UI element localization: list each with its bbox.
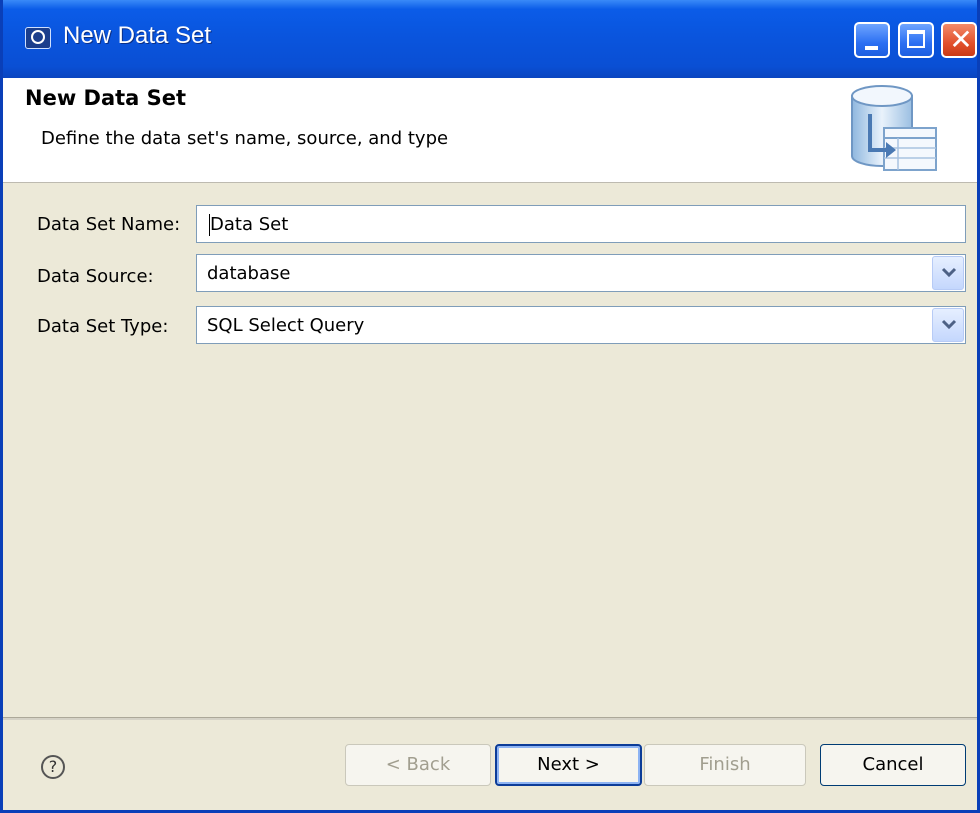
- wizard-banner: New Data Set Define the data set's name,…: [3, 78, 977, 183]
- cancel-button[interactable]: Cancel: [820, 744, 966, 786]
- maximize-icon: [907, 30, 925, 48]
- close-icon: ✕: [949, 23, 973, 56]
- title-bar[interactable]: New Data Set ✕: [3, 0, 977, 78]
- data-set-type-dropdown-button[interactable]: [932, 308, 964, 342]
- back-button[interactable]: < Back: [345, 744, 491, 786]
- chevron-down-icon: [941, 319, 957, 330]
- maximize-button[interactable]: [898, 22, 934, 58]
- data-source-value: database: [207, 263, 291, 284]
- data-set-name-label: Data Set Name:: [37, 214, 181, 235]
- footer-divider: [3, 717, 977, 720]
- data-set-type-select[interactable]: SQL Select Query: [196, 306, 966, 344]
- page-description: Define the data set's name, source, and …: [41, 128, 449, 149]
- data-source-dropdown-button[interactable]: [932, 256, 964, 290]
- hp-logo-icon: [25, 27, 51, 49]
- next-button[interactable]: Next >: [495, 744, 642, 786]
- data-set-type-value: SQL Select Query: [207, 315, 365, 336]
- data-set-type-label: Data Set Type:: [37, 316, 169, 337]
- data-source-label: Data Source:: [37, 266, 154, 287]
- minimize-icon: [865, 46, 878, 50]
- finish-button[interactable]: Finish: [644, 744, 806, 786]
- close-button[interactable]: ✕: [941, 22, 977, 58]
- database-table-icon: [851, 85, 937, 171]
- data-set-name-value: Data Set: [210, 214, 289, 235]
- page-title: New Data Set: [25, 86, 187, 110]
- help-icon[interactable]: ?: [41, 755, 65, 779]
- data-set-name-input[interactable]: Data Set: [196, 205, 966, 243]
- minimize-button[interactable]: [854, 22, 890, 58]
- new-data-set-dialog: New Data Set ✕ New Data Set Define the d…: [0, 0, 980, 813]
- chevron-down-icon: [941, 267, 957, 278]
- window-title: New Data Set: [63, 22, 212, 49]
- data-source-select[interactable]: database: [196, 254, 966, 292]
